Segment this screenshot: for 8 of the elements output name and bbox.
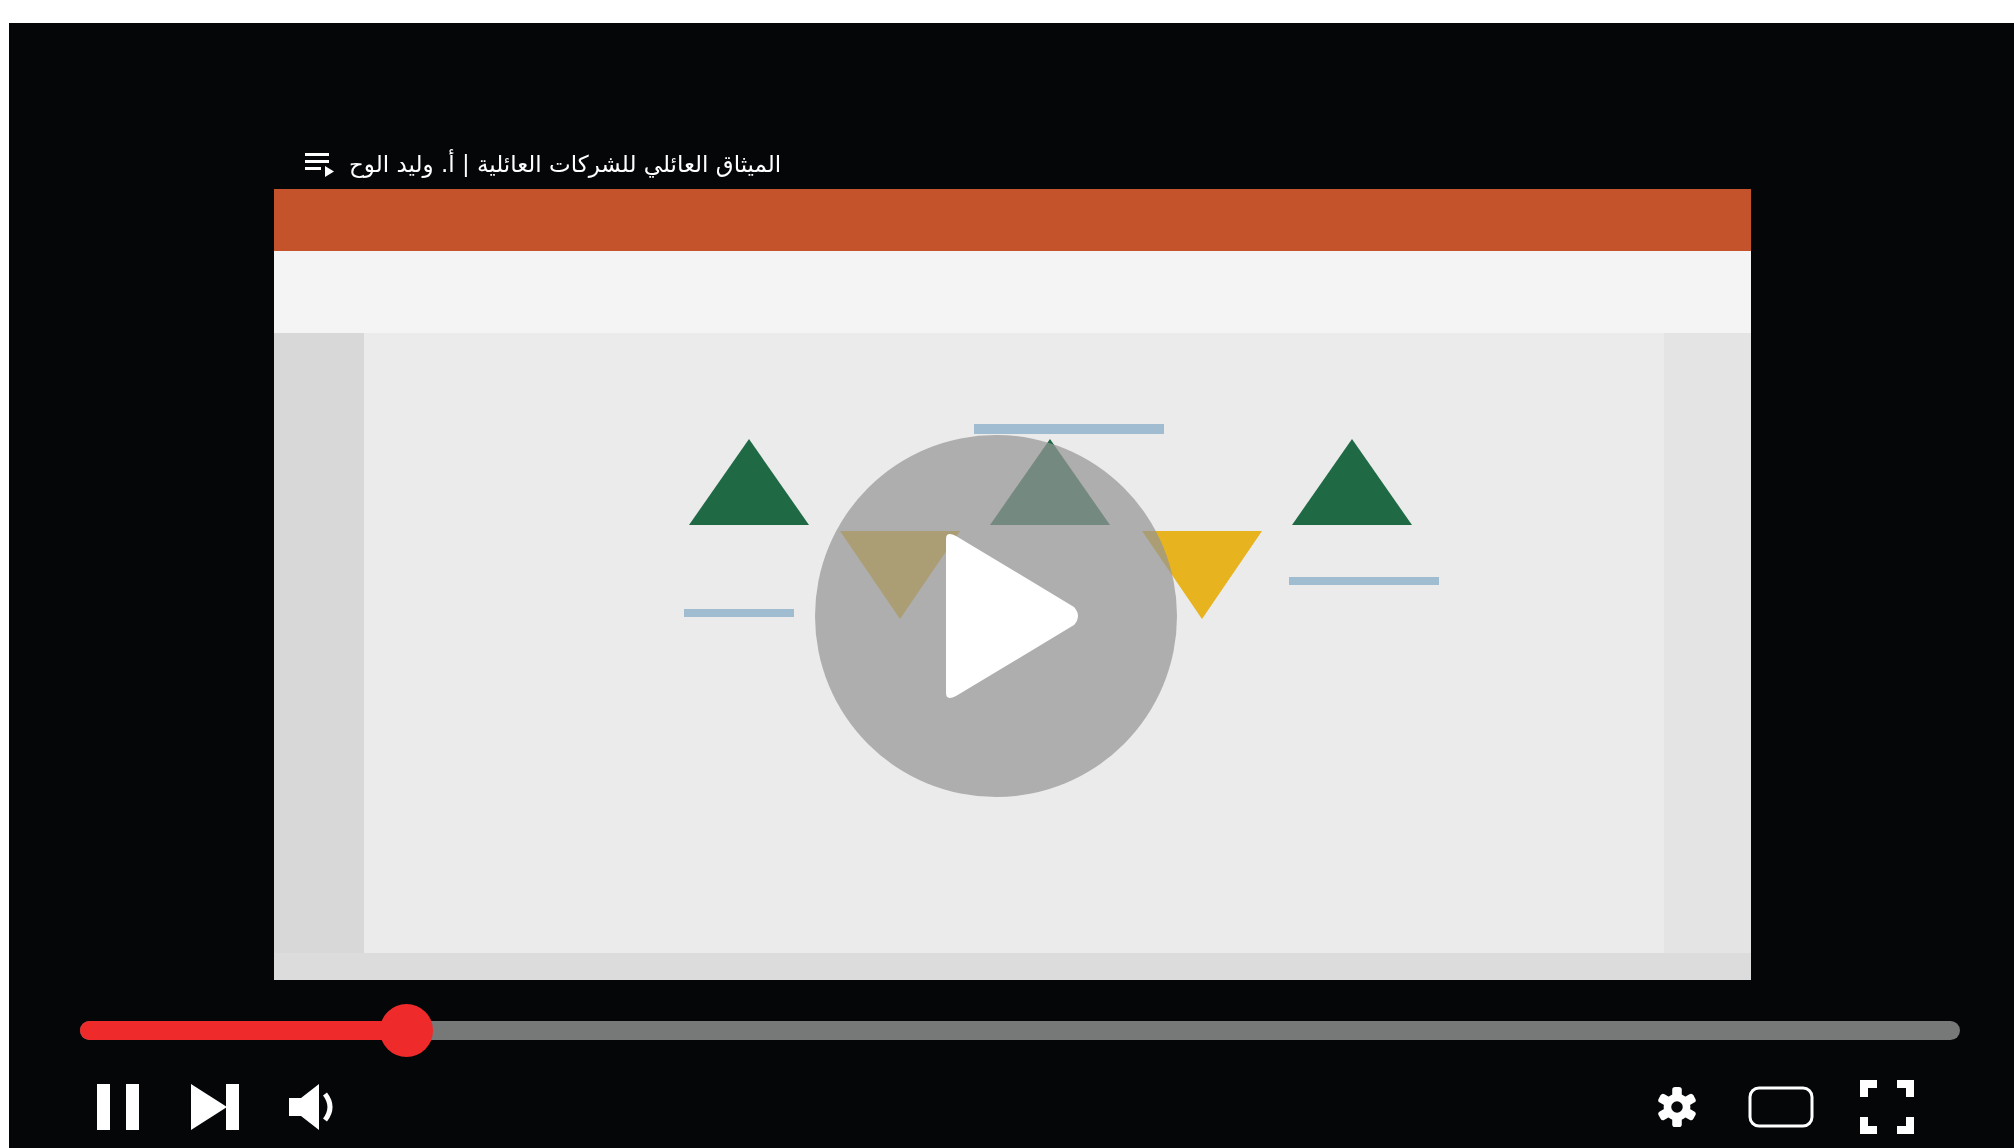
fullscreen-icon[interactable] [1860, 1080, 1914, 1134]
playlist-icon[interactable] [305, 151, 335, 177]
next-icon[interactable] [191, 1084, 239, 1130]
settings-icon[interactable] [1656, 1086, 1698, 1128]
video-title[interactable]: الميثاق العائلي للشركات العائلية | أ. وليد الوح [349, 148, 782, 180]
theater-mode-icon[interactable] [1748, 1084, 1814, 1130]
pause-icon[interactable] [97, 1084, 139, 1130]
progress-track[interactable] [80, 1021, 1960, 1040]
